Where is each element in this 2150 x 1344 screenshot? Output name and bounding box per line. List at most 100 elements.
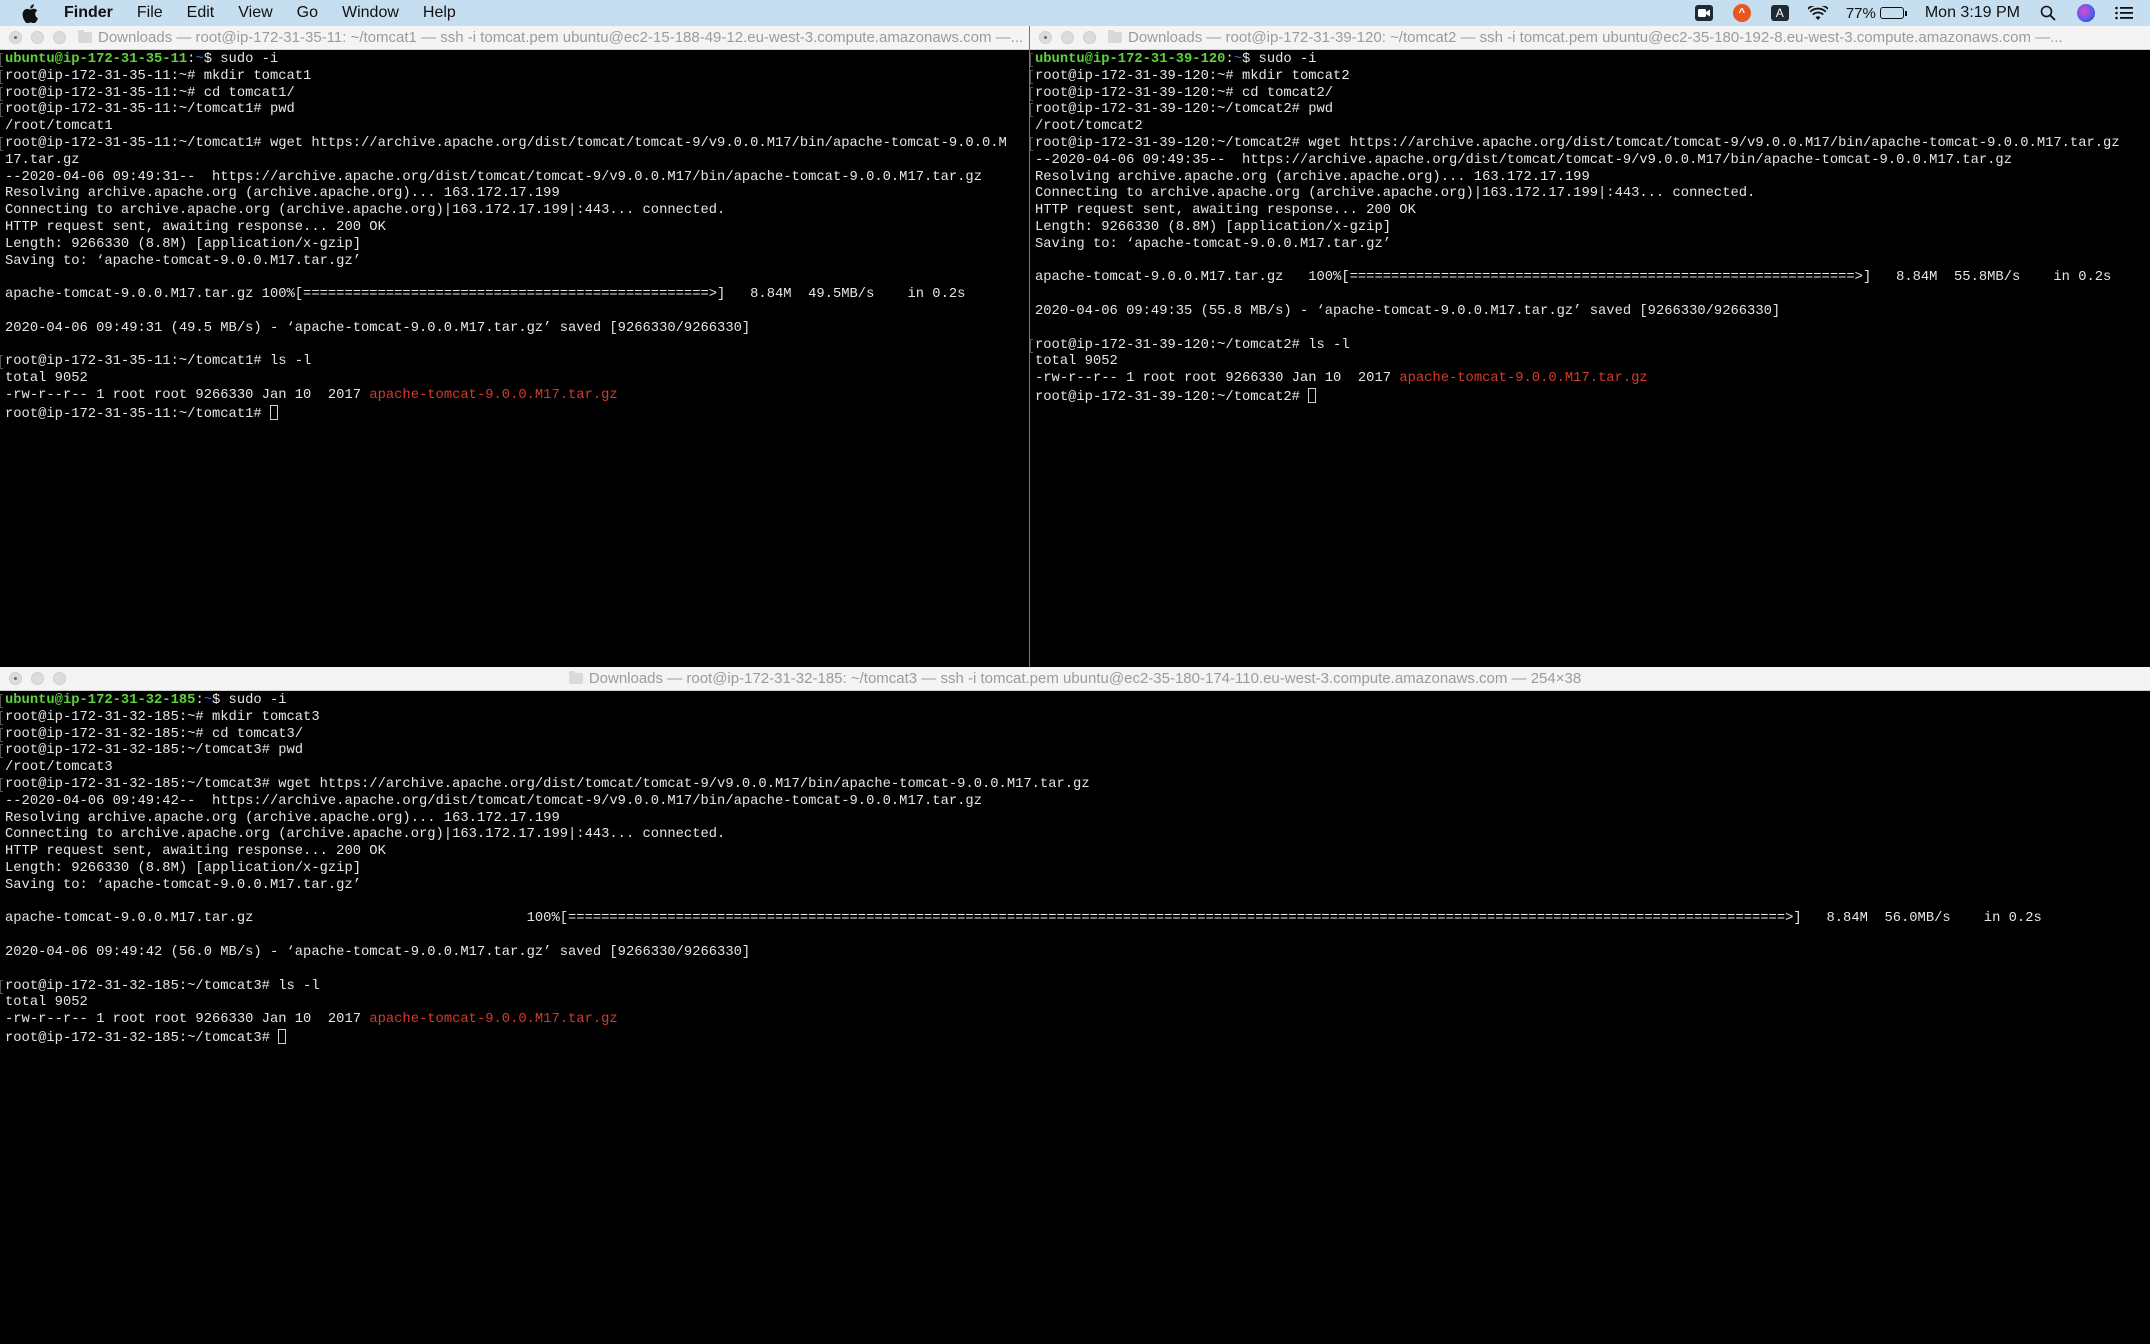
terminal-text: root@ip-172-31-39-120:~/tomcat2# wget ht… xyxy=(1035,135,2120,151)
terminal-text: ~ xyxy=(1233,52,1242,67)
terminal-text: root@ip-172-31-39-120:~/tomcat2# pwd xyxy=(1035,102,1334,118)
battery-indicator[interactable]: 77% xyxy=(1846,5,1907,22)
terminal-line: total 9052 xyxy=(1035,354,2150,371)
terminal-line: 17.tar.gz xyxy=(5,153,1029,170)
terminal-line: HTTP request sent, awaiting response... … xyxy=(1035,203,2150,220)
apple-menu-icon[interactable] xyxy=(22,3,42,23)
minimize-button[interactable] xyxy=(31,31,44,44)
terminal-text: root@ip-172-31-35-11:~# cd tomcat1/ xyxy=(5,85,295,101)
terminal-text: root@ip-172-31-32-185:~/tomcat3# ls -l xyxy=(5,978,320,994)
menubar-status-area: ^ A 77% Mon 3:19 PM xyxy=(1694,4,2134,22)
menu-file[interactable]: File xyxy=(137,4,163,22)
terminal-line: --2020-04-06 09:49:31-- https://archive.… xyxy=(5,170,1029,187)
minimize-button[interactable] xyxy=(1061,31,1074,44)
siri-icon[interactable] xyxy=(2076,4,2096,22)
spotlight-search-icon[interactable] xyxy=(2038,4,2058,22)
input-source-icon[interactable]: A xyxy=(1770,4,1790,22)
terminal-window-tomcat3[interactable]: Downloads — root@ip-172-31-32-185: ~/tom… xyxy=(0,667,2150,1344)
terminal-text: $ sudo -i xyxy=(1242,52,1317,67)
window-titlebar[interactable]: Downloads — root@ip-172-31-35-11: ~/tomc… xyxy=(0,26,1029,50)
terminal-line: HTTP request sent, awaiting response... … xyxy=(5,844,2150,861)
terminal-text: Saving to: ‘apache-tomcat-9.0.0.M17.tar.… xyxy=(5,253,362,269)
window-title: Downloads — root@ip-172-31-35-11: ~/tomc… xyxy=(98,29,1024,46)
terminal-text: 2020-04-06 09:49:42 (56.0 MB/s) - ‘apach… xyxy=(5,944,751,960)
command-mark xyxy=(0,694,3,708)
terminal-line: apache-tomcat-9.0.0.M17.tar.gz 100%[====… xyxy=(5,911,2150,928)
close-button[interactable] xyxy=(9,31,22,44)
command-mark xyxy=(0,103,3,118)
prompt-user-host: ubuntu@ip-172-31-39-120 xyxy=(1035,52,1226,67)
terminal-text: root@ip-172-31-39-120:~/tomcat2# xyxy=(1035,389,1309,405)
close-button[interactable] xyxy=(1039,31,1052,44)
terminal-text: : xyxy=(1225,52,1234,67)
menu-view[interactable]: View xyxy=(238,4,272,22)
terminal-line: Connecting to archive.apache.org (archiv… xyxy=(5,827,2150,844)
terminal-output[interactable]: ubuntu@ip-172-31-39-120:~$ sudo -i root@i… xyxy=(1030,50,2150,405)
command-mark xyxy=(0,979,3,994)
terminal-text: HTTP request sent, awaiting response... … xyxy=(5,219,386,235)
terminal-text: -rw-r--r-- 1 root root 9266330 Jan 10 20… xyxy=(1035,371,1400,387)
terminal-text: root@ip-172-31-35-11:~/tomcat1# xyxy=(5,406,270,422)
command-mark xyxy=(1030,53,1033,67)
terminal-window-tomcat1[interactable]: Downloads — root@ip-172-31-35-11: ~/tomc… xyxy=(0,26,1029,667)
terminal-window-tomcat2[interactable]: Downloads — root@ip-172-31-39-120: ~/tom… xyxy=(1029,26,2150,667)
command-mark xyxy=(1030,103,1033,118)
window-titlebar[interactable]: Downloads — root@ip-172-31-32-185: ~/tom… xyxy=(0,667,2150,691)
menu-help[interactable]: Help xyxy=(423,4,456,22)
zoom-button[interactable] xyxy=(53,31,66,44)
brave-icon[interactable]: ^ xyxy=(1732,4,1752,22)
terminal-text: HTTP request sent, awaiting response... … xyxy=(5,844,386,860)
terminal-line: -rw-r--r-- 1 root root 9266330 Jan 10 20… xyxy=(1035,371,2150,388)
menu-go[interactable]: Go xyxy=(297,4,318,22)
terminal-text: root@ip-172-31-35-11:~/tomcat1# ls -l xyxy=(5,354,312,370)
menu-window[interactable]: Window xyxy=(342,4,399,22)
terminal-line: /root/tomcat2 xyxy=(1035,119,2150,136)
terminal-text: root@ip-172-31-32-185:~# cd tomcat3/ xyxy=(5,726,304,742)
zoom-button[interactable] xyxy=(53,672,66,685)
terminal-line: /root/tomcat3 xyxy=(5,760,2150,777)
menu-app-finder[interactable]: Finder xyxy=(64,4,113,22)
command-mark xyxy=(1030,69,1033,84)
prompt-user-host: ubuntu@ip-172-31-32-185 xyxy=(5,693,196,708)
terminal-text: 17.tar.gz xyxy=(5,152,80,168)
terminal-line: total 9052 xyxy=(5,995,2150,1012)
close-button[interactable] xyxy=(9,672,22,685)
terminal-line: ubuntu@ip-172-31-39-120:~$ sudo -i xyxy=(1030,52,2150,69)
terminal-line: root@ip-172-31-35-11:~/tomcat1# ls -l xyxy=(0,354,1029,371)
terminal-line: total 9052 xyxy=(5,371,1029,388)
terminal-line: root@ip-172-31-32-185:~/tomcat3# wget ht… xyxy=(0,777,2150,794)
terminal-output[interactable]: ubuntu@ip-172-31-35-11:~$ sudo -i root@ip… xyxy=(0,50,1029,422)
terminal-text: Resolving archive.apache.org (archive.ap… xyxy=(5,186,560,202)
terminal-line: apache-tomcat-9.0.0.M17.tar.gz 100%[====… xyxy=(1035,270,2150,287)
menubar-clock[interactable]: Mon 3:19 PM xyxy=(1925,4,2020,22)
window-controls xyxy=(9,672,66,685)
terminal-text: /root/tomcat1 xyxy=(5,119,113,135)
terminal-text: --2020-04-06 09:49:42-- https://archive.… xyxy=(5,793,982,809)
zoom-icon[interactable] xyxy=(1694,4,1714,22)
terminal-line: /root/tomcat1 xyxy=(5,119,1029,136)
terminal-text: --2020-04-06 09:49:35-- https://archive.… xyxy=(1035,152,2012,168)
command-mark xyxy=(1030,86,1033,101)
terminal-line: root@ip-172-31-39-120:~# mkdir tomcat2 xyxy=(1030,68,2150,86)
command-mark xyxy=(0,744,3,759)
terminal-output[interactable]: ubuntu@ip-172-31-32-185:~$ sudo -i root@i… xyxy=(0,691,2150,1046)
terminal-line: --2020-04-06 09:49:35-- https://archive.… xyxy=(1035,153,2150,170)
minimize-button[interactable] xyxy=(31,672,44,685)
terminal-text: : xyxy=(195,693,204,708)
menu-edit[interactable]: Edit xyxy=(187,4,215,22)
terminal-line: root@ip-172-31-35-11:~/tomcat1# pwd xyxy=(0,102,1029,119)
wifi-icon[interactable] xyxy=(1807,4,1828,22)
zoom-button[interactable] xyxy=(1083,31,1096,44)
terminal-text: root@ip-172-31-39-120:~# mkdir tomcat2 xyxy=(1035,68,1350,84)
terminal-text: Resolving archive.apache.org (archive.ap… xyxy=(1035,169,1590,185)
battery-icon xyxy=(1879,7,1904,19)
terminal-cursor xyxy=(1308,387,1317,403)
terminal-cursor xyxy=(278,1028,287,1044)
terminal-line: 2020-04-06 09:49:31 (49.5 MB/s) - ‘apach… xyxy=(5,321,1029,338)
window-titlebar[interactable]: Downloads — root@ip-172-31-39-120: ~/tom… xyxy=(1030,26,2150,50)
notification-center-icon[interactable] xyxy=(2114,4,2134,22)
